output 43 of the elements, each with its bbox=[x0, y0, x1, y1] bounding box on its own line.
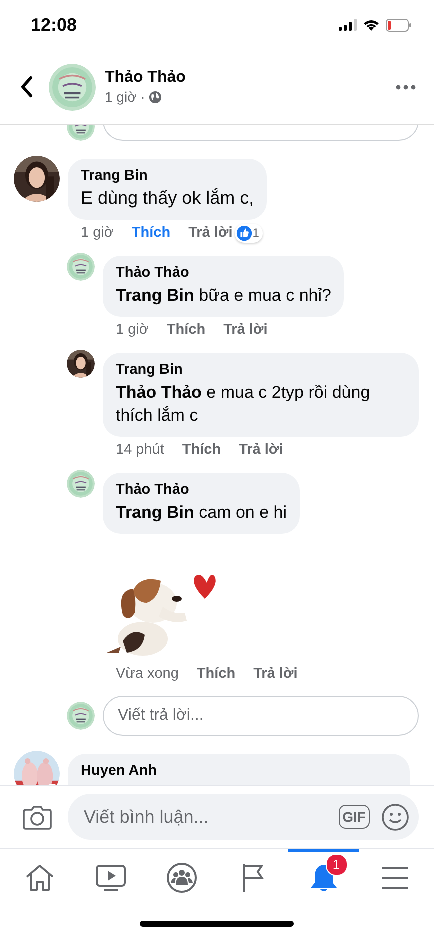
notification-badge: 1 bbox=[326, 854, 348, 876]
comment-text: Thảo Thảo e mua c 2typ rồi dùng thích lắm c bbox=[116, 382, 372, 427]
nav-tab[interactable]: 1 bbox=[288, 849, 359, 904]
more-icon[interactable] bbox=[396, 84, 416, 90]
comment-text: E dùng thấy ok lắm c, bbox=[81, 187, 254, 210]
comment-time: 1 giờ bbox=[116, 322, 149, 338]
comment-text: Trang Bin bữa e mua c nhỉ? bbox=[116, 285, 332, 307]
comment-time: Vừa xong bbox=[116, 666, 179, 682]
reply-link[interactable]: Trả lời bbox=[239, 442, 284, 458]
comment-author[interactable]: Trang Bin bbox=[116, 362, 406, 378]
reply-link[interactable]: Trả lời bbox=[224, 322, 268, 338]
comment-author[interactable]: Thảo Thảo bbox=[116, 265, 332, 281]
comment-author[interactable]: Trang Bin bbox=[81, 168, 254, 184]
comment-time: 14 phút bbox=[116, 442, 164, 458]
post-time: 1 giờ · bbox=[105, 89, 146, 105]
reply-field[interactable]: Viết trả lời... bbox=[103, 696, 419, 736]
reaction-count: 1 bbox=[234, 224, 264, 242]
groups-icon bbox=[166, 863, 196, 893]
flag-icon bbox=[240, 863, 264, 893]
back-icon[interactable] bbox=[20, 76, 34, 98]
wifi-icon bbox=[363, 19, 380, 31]
video-icon bbox=[96, 864, 126, 892]
status-time: 12:08 bbox=[31, 14, 78, 36]
comment-field[interactable]: Viết bình luận... GIF bbox=[68, 794, 419, 840]
emoji-icon[interactable] bbox=[382, 804, 409, 830]
like-link[interactable]: Thích bbox=[196, 666, 236, 682]
comment-author[interactable]: Thảo Thảo bbox=[116, 482, 288, 498]
reply-link[interactable]: Trả lời bbox=[254, 666, 298, 682]
like-link[interactable]: Thích bbox=[132, 225, 171, 241]
comment-time: 1 giờ bbox=[81, 225, 114, 241]
comment-text: Trang Bin cam on e hi bbox=[116, 502, 288, 524]
like-link[interactable]: Thích bbox=[182, 442, 222, 458]
comment-author[interactable]: Huyen Anh bbox=[81, 763, 397, 779]
reply-link[interactable]: Trả lời bbox=[188, 225, 233, 241]
home-icon bbox=[24, 864, 54, 892]
globe-icon bbox=[149, 90, 162, 104]
signal-icon bbox=[339, 19, 357, 31]
camera-icon[interactable] bbox=[23, 804, 52, 830]
menu-icon bbox=[382, 867, 408, 889]
gif-button[interactable]: GIF bbox=[338, 805, 370, 829]
post-author[interactable]: Thảo Thảo bbox=[105, 69, 396, 87]
like-link[interactable]: Thích bbox=[166, 322, 206, 338]
battery-icon bbox=[386, 18, 412, 32]
